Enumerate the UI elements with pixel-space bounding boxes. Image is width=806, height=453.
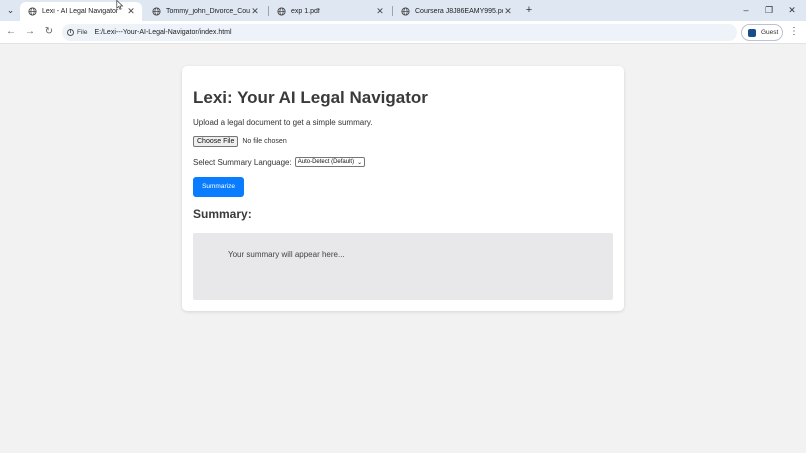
- language-label: Select Summary Language:: [193, 157, 292, 167]
- new-tab-button[interactable]: +: [522, 3, 536, 17]
- chevron-down-icon: ⌄: [357, 159, 363, 166]
- globe-icon: [277, 7, 286, 16]
- close-icon[interactable]: ✕: [375, 6, 385, 17]
- profile-guest-button[interactable]: Guest: [741, 24, 783, 41]
- tab-coursera-pdf[interactable]: Coursera J8J86EAMY995.pdf ✕: [393, 2, 519, 21]
- summary-heading: Summary:: [193, 207, 252, 221]
- back-arrow-icon[interactable]: ←: [4, 25, 18, 39]
- tab-search-chevron-icon[interactable]: ⌄: [4, 4, 17, 17]
- tab-exp1-pdf[interactable]: exp 1.pdf ✕: [269, 2, 391, 21]
- intro-text: Upload a legal document to get a simple …: [193, 118, 373, 127]
- file-input: Choose File No file chosen: [193, 136, 287, 147]
- page-title: Lexi: Your AI Legal Navigator: [193, 88, 428, 107]
- language-selected-value: Auto-Detect (Default): [297, 159, 355, 165]
- site-chip-label: File: [77, 29, 88, 36]
- globe-icon: [28, 7, 37, 16]
- choose-file-button[interactable]: Choose File: [193, 136, 239, 147]
- guest-profile-icon: [748, 28, 756, 37]
- browser-toolbar: ← → ↻ i File E:/Lexi---Your-AI-Legal-Nav…: [0, 21, 806, 44]
- close-icon[interactable]: ✕: [250, 6, 260, 17]
- globe-icon: [152, 7, 161, 16]
- tab-title: Tommy_john_Divorce_Court_ca: [166, 8, 250, 15]
- minimize-icon[interactable]: –: [739, 3, 753, 17]
- info-icon: i: [67, 29, 74, 36]
- tab-divorce-court[interactable]: Tommy_john_Divorce_Court_ca ✕: [144, 2, 266, 21]
- forward-arrow-icon[interactable]: →: [23, 25, 37, 39]
- reload-icon[interactable]: ↻: [42, 25, 56, 39]
- summary-output-box: Your summary will appear here...: [193, 233, 613, 300]
- file-status-text: No file chosen: [242, 138, 287, 145]
- language-select[interactable]: Auto-Detect (Default) ⌄: [294, 157, 366, 167]
- mouse-cursor-icon: [116, 0, 124, 10]
- tab-title: exp 1.pdf: [291, 8, 320, 15]
- main-card: Lexi: Your AI Legal Navigator Upload a l…: [182, 66, 624, 311]
- language-row: Select Summary Language: Auto-Detect (De…: [193, 157, 366, 167]
- summarize-button[interactable]: Summarize: [193, 177, 244, 197]
- globe-icon: [401, 7, 410, 16]
- address-bar[interactable]: i File E:/Lexi---Your-AI-Legal-Navigator…: [62, 24, 737, 41]
- window-close-icon[interactable]: ✕: [785, 3, 799, 17]
- kebab-menu-icon[interactable]: ⋮: [789, 25, 799, 39]
- site-info-chip[interactable]: i File: [67, 29, 87, 36]
- close-icon[interactable]: ✕: [126, 6, 136, 17]
- summary-placeholder: Your summary will appear here...: [228, 250, 345, 259]
- restore-icon[interactable]: ❐: [762, 3, 776, 17]
- url-text: E:/Lexi---Your-AI-Legal-Navigator/index.…: [94, 29, 232, 36]
- tab-title: Coursera J8J86EAMY995.pdf: [415, 8, 503, 15]
- close-icon[interactable]: ✕: [503, 6, 513, 17]
- profile-label: Guest: [761, 29, 779, 36]
- tab-title: Lexi - AI Legal Navigator: [42, 8, 119, 15]
